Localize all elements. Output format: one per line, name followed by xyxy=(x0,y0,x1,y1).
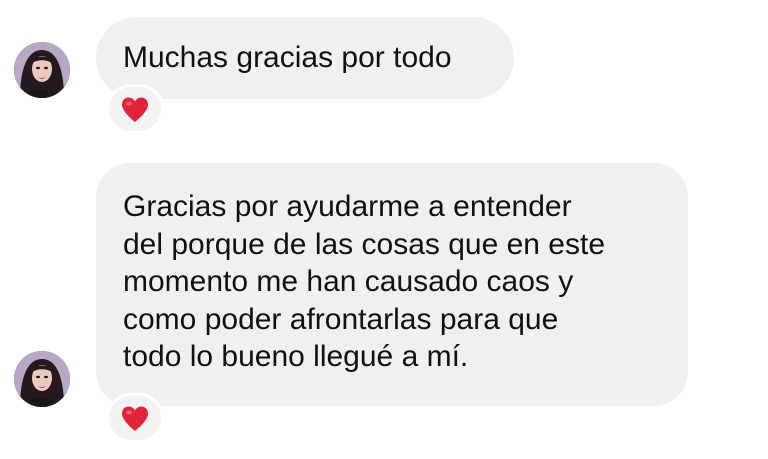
message-text: Muchas gracias por todo xyxy=(123,41,452,74)
sender-avatar[interactable] xyxy=(14,351,70,407)
heart-emoji-icon xyxy=(122,406,148,431)
reaction-badge[interactable] xyxy=(106,84,164,134)
reaction-badge[interactable] xyxy=(106,393,164,443)
sender-avatar[interactable] xyxy=(14,42,70,98)
message-bubble[interactable]: Gracias por ayudarme a entender del porq… xyxy=(96,163,688,406)
heart-emoji-icon xyxy=(122,97,148,122)
message-bubble[interactable]: Muchas gracias por todo xyxy=(96,17,514,99)
message-text: Gracias por ayudarme a entender del porq… xyxy=(123,190,606,373)
